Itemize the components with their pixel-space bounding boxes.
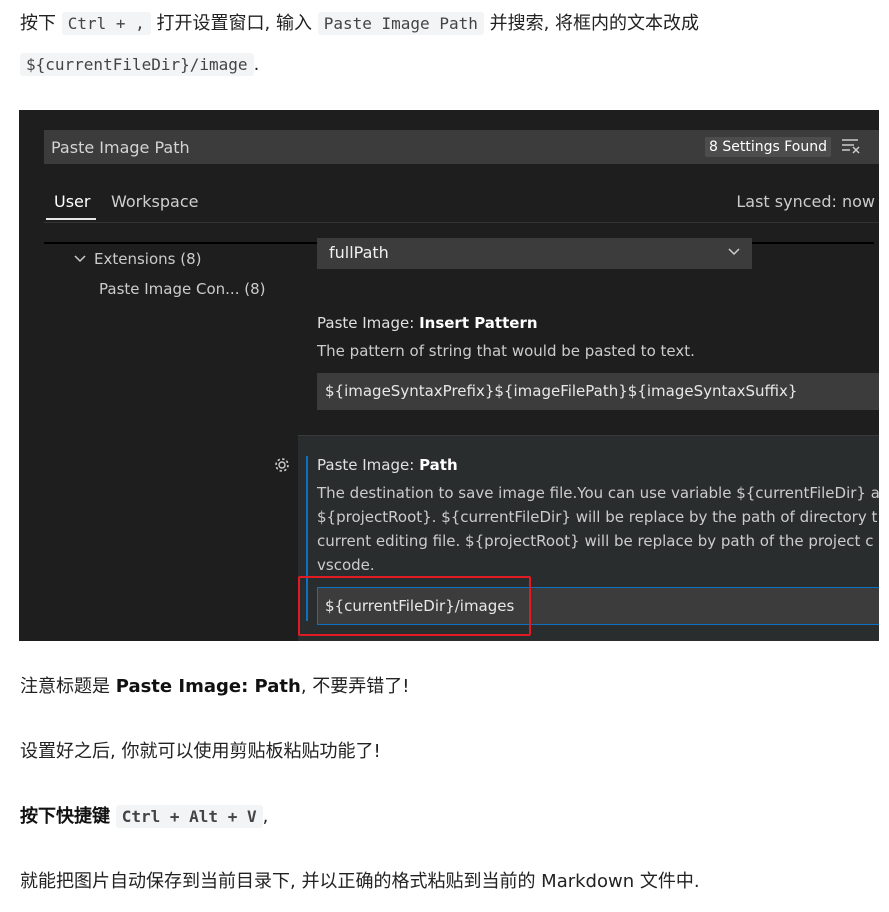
description-line: The destination to save image file.You c… xyxy=(317,484,879,502)
tree-group-label: Extensions (8) xyxy=(94,250,202,268)
insert-pattern-title-bold: Insert Pattern xyxy=(419,314,538,332)
vscode-settings-screenshot: Paste Image Path 8 Settings Found User W… xyxy=(19,110,879,641)
insert-pattern-title-prefix: Paste Image: xyxy=(317,314,420,332)
gear-icon[interactable] xyxy=(273,456,291,474)
insert-pattern-value: ${imageSyntaxPrefix}${imageFilePath}${im… xyxy=(325,382,798,400)
tree-group-extensions[interactable]: Extensions (8) xyxy=(74,250,201,268)
description-line: ${projectRoot}. ${currentFileDir} will b… xyxy=(317,508,878,526)
path-title-prefix: Paste Image: xyxy=(317,456,420,474)
insert-pattern-title: Paste Image: Insert Pattern xyxy=(317,314,538,332)
intro-end: . xyxy=(253,54,260,75)
description-line: vscode. xyxy=(317,556,375,574)
path-setting-title: Paste Image: Path xyxy=(317,456,458,474)
note-prefix: 注意标题是 xyxy=(20,676,110,697)
tab-user[interactable]: User xyxy=(54,192,90,211)
path-title-bold: Path xyxy=(419,456,458,474)
description-line: current editing file. ${projectRoot} wil… xyxy=(317,532,874,550)
settings-shortcut-code: Ctrl + , xyxy=(61,12,151,35)
note-paragraph: 注意标题是 Paste Image: Path, 不要弄错了! xyxy=(20,674,410,700)
search-term-code: Paste Image Path xyxy=(317,12,484,35)
settings-search-input[interactable]: Paste Image Path 8 Settings Found xyxy=(44,130,879,164)
dropdown-value: fullPath xyxy=(329,243,389,262)
tabs-divider xyxy=(44,222,879,223)
setting-dropdown[interactable]: fullPath xyxy=(317,238,752,269)
target-value-code: ${currentFileDir}/image xyxy=(20,53,254,76)
tab-workspace[interactable]: Workspace xyxy=(111,192,198,211)
highlight-box xyxy=(298,576,531,636)
note-suffix: , 不要弄错了! xyxy=(300,676,410,697)
shortcut-paragraph: 按下快捷键 Ctrl + Alt + V, xyxy=(20,804,268,830)
sync-status: Last synced: now xyxy=(736,192,875,211)
intro-mid: 打开设置窗口, 输入 xyxy=(156,13,312,34)
shortcut-suffix: , xyxy=(262,806,269,827)
intro-suffix: 并搜索, 将框内的文本改成 xyxy=(489,13,700,34)
tree-item-paste-image[interactable]: Paste Image Con... (8) xyxy=(99,280,265,298)
insert-pattern-description: The pattern of string that would be past… xyxy=(317,342,695,360)
paste-shortcut-code: Ctrl + Alt + V xyxy=(115,805,263,828)
results-count-badge: 8 Settings Found xyxy=(705,137,831,157)
path-setting-description: The destination to save image file.You c… xyxy=(317,481,879,577)
active-tab-indicator xyxy=(46,218,96,220)
search-input-value: Paste Image Path xyxy=(51,138,190,157)
chevron-down-icon xyxy=(74,255,86,263)
intro-prefix: 按下 xyxy=(20,13,56,34)
after-setup-paragraph: 设置好之后, 你就可以使用剪贴板粘贴功能了! xyxy=(20,741,381,762)
insert-pattern-input[interactable]: ${imageSyntaxPrefix}${imageFilePath}${im… xyxy=(317,373,879,410)
clear-filter-icon[interactable] xyxy=(841,137,861,155)
intro-paragraph: 按下 Ctrl + , 打开设置窗口, 输入 Paste Image Path … xyxy=(20,11,699,37)
chevron-down-icon xyxy=(728,248,740,256)
shortcut-label: 按下快捷键 xyxy=(20,806,110,827)
intro-paragraph-line2: ${currentFileDir}/image. xyxy=(20,52,259,78)
final-paragraph: 就能把图片自动保存到当前目录下, 并以正确的格式粘贴到当前的 Markdown … xyxy=(20,871,700,892)
note-bold: Paste Image: Path xyxy=(115,676,301,697)
